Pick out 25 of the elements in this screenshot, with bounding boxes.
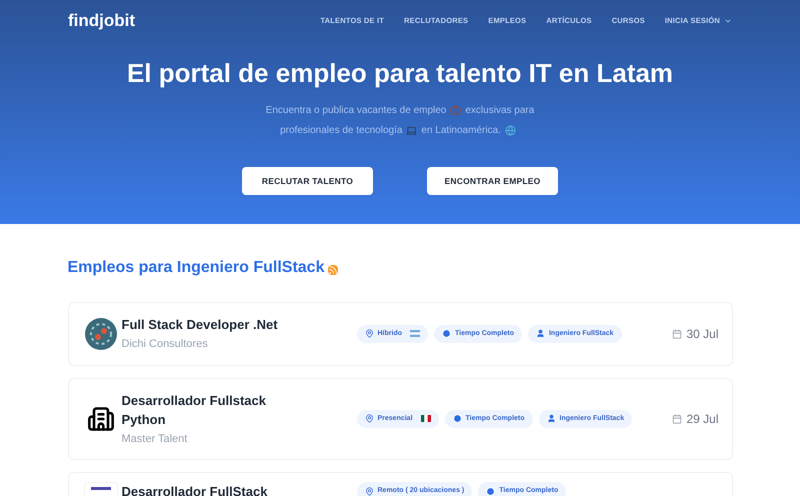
job-date: 30 Jul bbox=[686, 326, 718, 343]
job-date: 29 Jul bbox=[686, 410, 718, 428]
person-icon bbox=[536, 329, 545, 338]
job-title[interactable]: Full Stack Developer .Net bbox=[122, 315, 282, 334]
hero-title: El portal de empleo para talento IT en Latam bbox=[126, 57, 674, 90]
hero-subtitle: Encuentra o publica vacantes de empleo exclusivas para profesionales de tecnología en Latinoamérica. bbox=[264, 104, 536, 138]
location-pin-icon bbox=[364, 329, 374, 338]
company-name: Master Talent bbox=[122, 432, 188, 446]
hero-button[interactable]: ENCONTRAR EMPLEO bbox=[427, 167, 558, 195]
location-pin-icon bbox=[364, 486, 374, 496]
section-title: Empleos para Ingeniero FullStack bbox=[68, 258, 324, 278]
hero-button[interactable]: RECLUTAR TALENTO bbox=[242, 167, 373, 195]
briefcase-icon bbox=[450, 104, 462, 116]
brand-logo[interactable]: findjobit bbox=[68, 8, 136, 34]
location-pin-icon bbox=[364, 414, 374, 424]
rss-icon[interactable] bbox=[328, 265, 338, 275]
caret-icon bbox=[724, 17, 732, 25]
person-icon bbox=[546, 414, 556, 424]
job-title[interactable]: Desarrollador Fullstack Python bbox=[122, 390, 282, 428]
laptop-icon bbox=[406, 124, 418, 136]
calendar-icon bbox=[672, 328, 682, 339]
globe-icon bbox=[504, 124, 516, 136]
job-title[interactable]: Desarrollador FullStack bbox=[122, 482, 282, 496]
calendar-icon bbox=[672, 414, 682, 424]
company-name: Dichi Consultores bbox=[122, 337, 209, 352]
